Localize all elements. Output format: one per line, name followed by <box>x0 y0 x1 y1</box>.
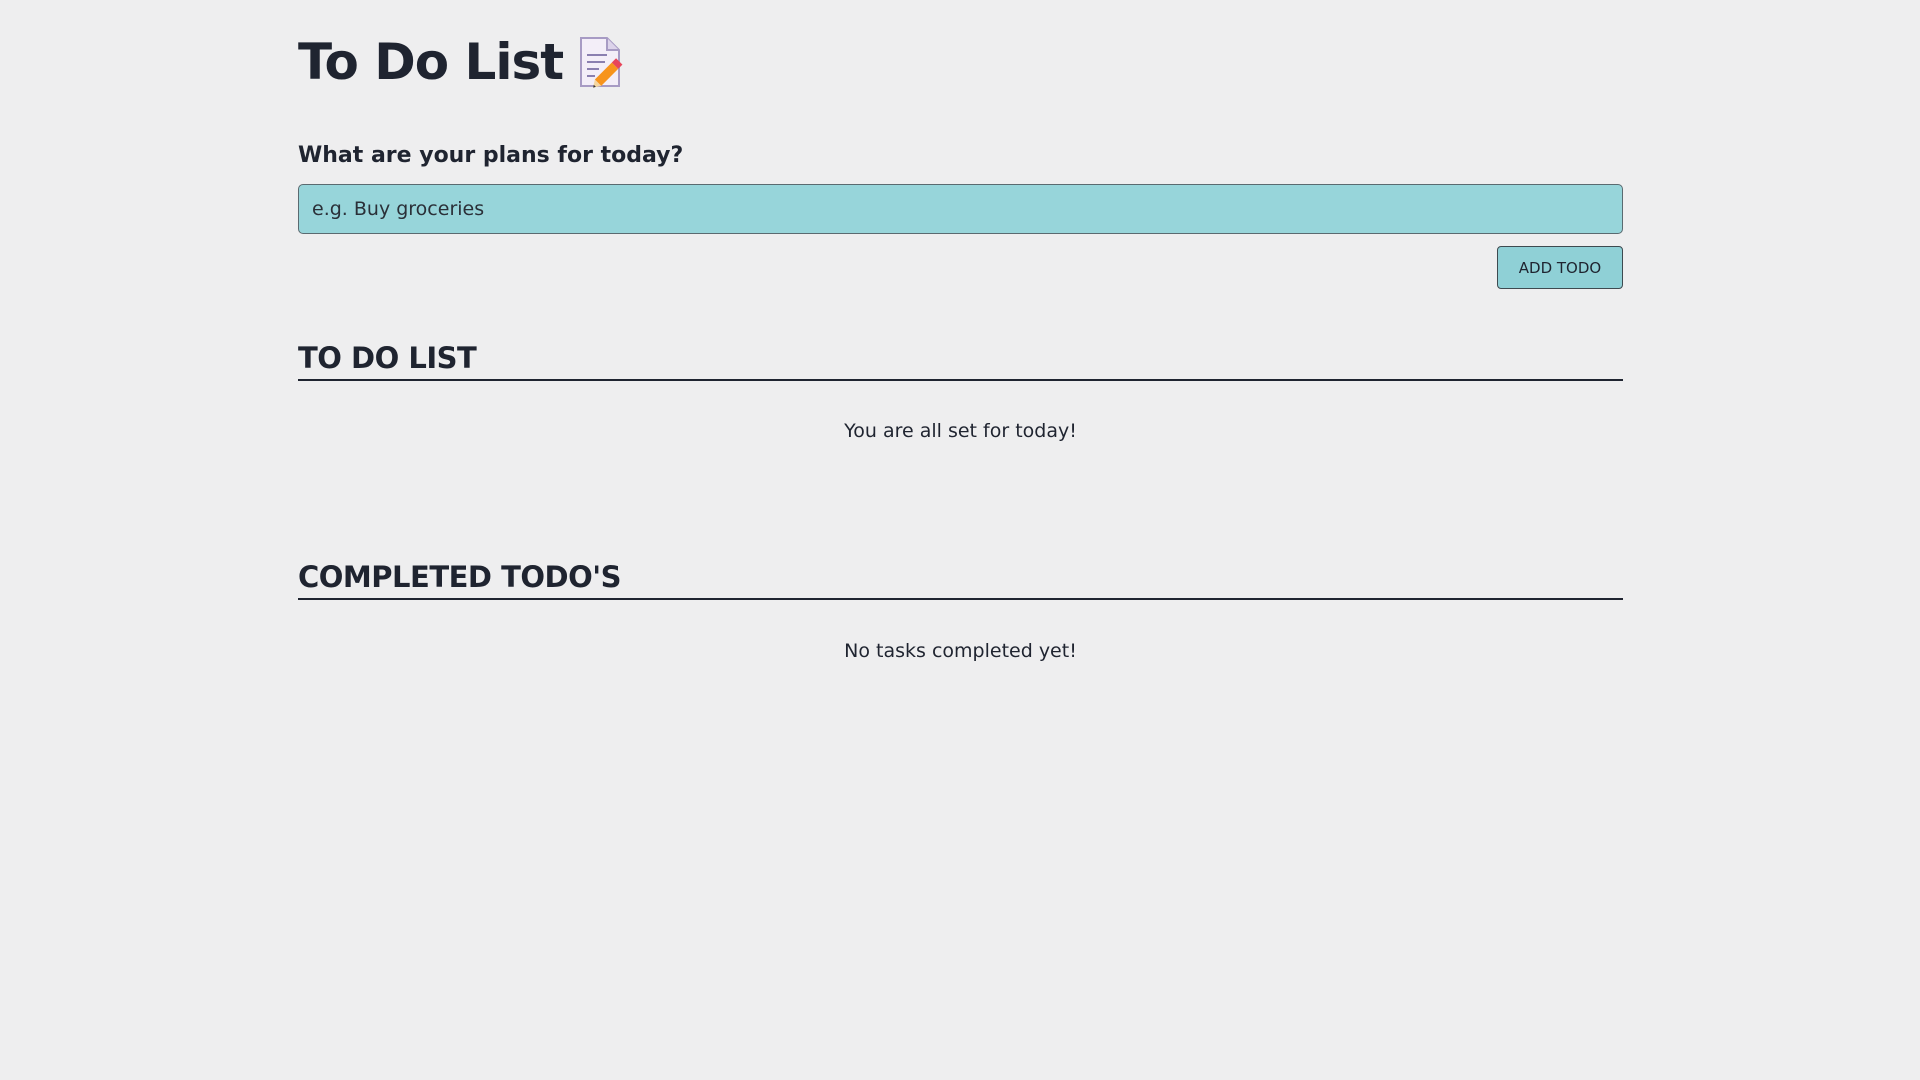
todo-empty-message: You are all set for today! <box>844 420 1077 442</box>
todo-input[interactable] <box>298 184 1623 234</box>
prompt-label: What are your plans for today? <box>298 143 684 168</box>
completed-empty-message: No tasks completed yet! <box>844 640 1077 662</box>
add-todo-button[interactable]: ADD TODO <box>1497 246 1623 289</box>
title-row: To Do List <box>298 30 625 94</box>
todo-section-heading: TO DO LIST <box>298 341 1623 381</box>
memo-icon <box>577 35 625 89</box>
completed-section-heading: COMPLETED TODO'S <box>298 560 1623 600</box>
page-title: To Do List <box>298 33 564 91</box>
